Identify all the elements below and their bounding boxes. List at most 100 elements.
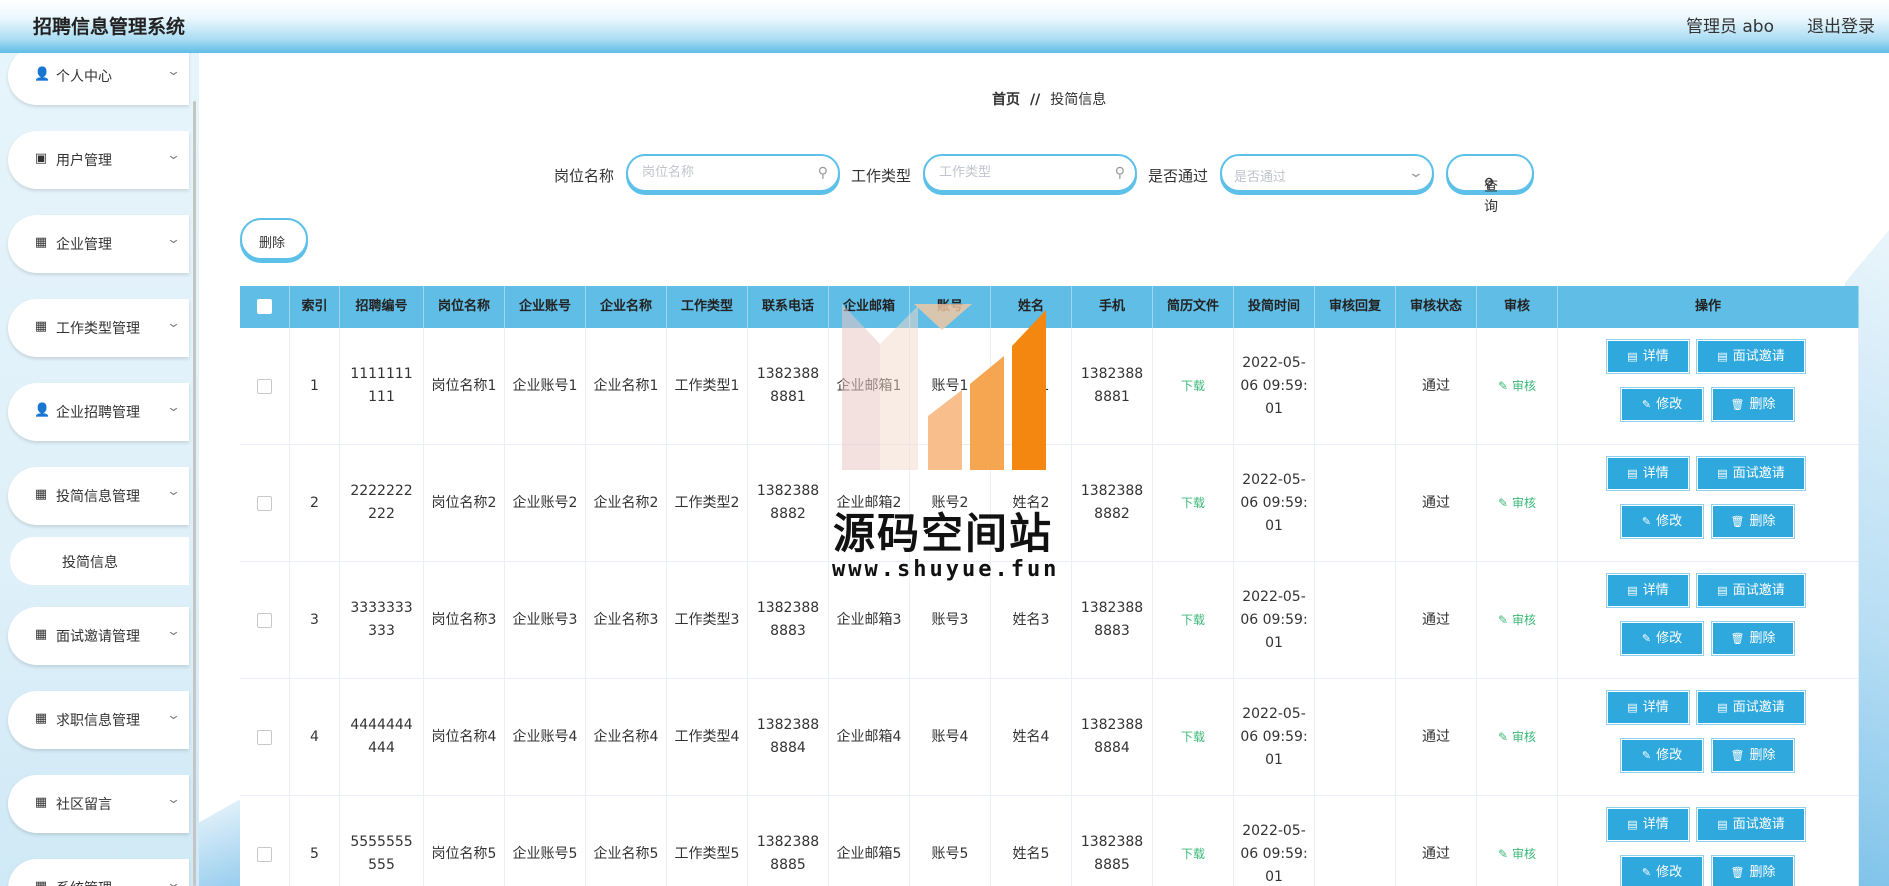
phone-cell: 13823888883 bbox=[748, 562, 829, 678]
mobile-cell: 13823888884 bbox=[1072, 679, 1153, 795]
detail-button[interactable]: ▤ 详情 bbox=[1606, 456, 1690, 491]
passed-select[interactable]: 是否通过 ⌄ bbox=[1220, 154, 1434, 192]
row-checkbox[interactable] bbox=[257, 729, 272, 745]
sidebar-item-10[interactable]: ▦ 系统管理 ⌄ bbox=[8, 859, 189, 886]
audit-link[interactable]: ✎ 审核 bbox=[1498, 726, 1536, 749]
status-cell: 通过 bbox=[1396, 562, 1477, 678]
phone-value: 13823888882 bbox=[756, 483, 820, 522]
mobile-cell: 13823888885 bbox=[1072, 796, 1153, 886]
query-button[interactable]: 查询 ⚲ bbox=[1446, 154, 1534, 215]
delete-button[interactable]: 🗑 删除 bbox=[1711, 855, 1795, 886]
company-cell: 企业名称3 bbox=[586, 562, 667, 678]
delete-button[interactable]: 🗑 删除 bbox=[1711, 621, 1795, 656]
company-cell: 企业名称2 bbox=[586, 445, 667, 561]
chevron-down-icon: ⌄ bbox=[1407, 165, 1425, 181]
interview-invite-button[interactable]: ▤ 面试邀请 bbox=[1696, 573, 1806, 608]
interview-invite-button[interactable]: ▤ 面试邀请 bbox=[1696, 690, 1806, 725]
trash-icon: 🗑 bbox=[1730, 866, 1745, 879]
code-value: 3333333333 bbox=[350, 600, 413, 639]
batch-delete-button[interactable]: 删除 bbox=[240, 218, 308, 260]
passed-select-placeholder: 是否通过 bbox=[1234, 170, 1287, 185]
code-value: 4444444444 bbox=[350, 717, 413, 756]
select-all-checkbox-cell[interactable] bbox=[240, 286, 290, 328]
document-icon: ▤ bbox=[1627, 467, 1638, 480]
sidebar-item-7[interactable]: ▦ 面试邀请管理 ⌄ bbox=[8, 607, 189, 665]
sidebar-item-3[interactable]: ▦ 企业管理 ⌄ bbox=[8, 215, 189, 273]
detail-button[interactable]: ▤ 详情 bbox=[1606, 690, 1690, 725]
account-cell: 企业账号4 bbox=[505, 679, 586, 795]
delete-button[interactable]: 🗑 删除 bbox=[1711, 504, 1795, 539]
sidebar-item-1[interactable]: 👤 个人中心 ⌄ bbox=[8, 53, 189, 105]
worktype-value: 工作类型4 bbox=[674, 728, 740, 745]
row-checkbox[interactable] bbox=[257, 495, 272, 511]
position-name-search[interactable]: ⚲ bbox=[626, 154, 840, 192]
grid-icon: ▦ bbox=[34, 795, 48, 810]
audit-cell: ✎ 审核 bbox=[1477, 679, 1558, 795]
work-type-input[interactable] bbox=[937, 164, 1111, 181]
audit-link[interactable]: ✎ 审核 bbox=[1498, 492, 1536, 515]
sidebar-item-2[interactable]: ▣ 用户管理 ⌄ bbox=[8, 131, 189, 189]
sidebar-item-4[interactable]: ▦ 工作类型管理 ⌄ bbox=[8, 299, 189, 357]
sidebar-item-5[interactable]: 👤 企业招聘管理 ⌄ bbox=[8, 383, 189, 441]
phone-cell: 13823888885 bbox=[748, 796, 829, 886]
breadcrumb-home[interactable]: 首页 bbox=[992, 92, 1020, 108]
interview-invite-button[interactable]: ▤ 面试邀请 bbox=[1696, 339, 1806, 374]
invite-label: 面试邀请 bbox=[1732, 349, 1785, 364]
audit-link[interactable]: ✎ 审核 bbox=[1498, 609, 1536, 632]
sidebar-item-8[interactable]: ▦ 求职信息管理 ⌄ bbox=[8, 691, 189, 749]
edit-button[interactable]: ✎ 修改 bbox=[1620, 621, 1704, 656]
sidebar-item-9[interactable]: ▦ 社区留言 ⌄ bbox=[8, 775, 189, 833]
detail-button[interactable]: ▤ 详情 bbox=[1606, 573, 1690, 608]
delete-button[interactable]: 🗑 删除 bbox=[1711, 738, 1795, 773]
row-checkbox[interactable] bbox=[257, 378, 272, 394]
delete-button[interactable]: 🗑 删除 bbox=[1711, 387, 1795, 422]
sidebar-subitem-resume-info[interactable]: 投简信息 bbox=[10, 537, 189, 585]
interview-invite-button[interactable]: ▤ 面试邀请 bbox=[1696, 807, 1806, 842]
edit-button[interactable]: ✎ 修改 bbox=[1620, 387, 1704, 422]
sidebar-item-6[interactable]: ▦ 投简信息管理 ⌄ bbox=[8, 467, 189, 525]
row-checkbox-cell bbox=[240, 445, 290, 561]
download-link[interactable]: 下载 bbox=[1181, 843, 1205, 866]
status-value: 通过 bbox=[1422, 494, 1450, 511]
time-value: 2022-05-06 09:59:01 bbox=[1240, 471, 1308, 534]
audit-cell: ✎ 审核 bbox=[1477, 445, 1558, 561]
time-cell: 2022-05-06 09:59:01 bbox=[1234, 796, 1315, 886]
chevron-down-icon: ⌄ bbox=[165, 232, 182, 247]
position-name-input[interactable] bbox=[640, 164, 814, 181]
email-cell: 企业邮箱1 bbox=[829, 328, 910, 444]
grid-icon: ▦ bbox=[34, 487, 48, 502]
logout-link[interactable]: 退出登录 bbox=[1807, 12, 1875, 37]
audit-link[interactable]: ✎ 审核 bbox=[1498, 843, 1536, 866]
user-icon: 👤 bbox=[34, 67, 51, 82]
resume-file-cell: 下载 bbox=[1153, 445, 1234, 561]
column-header: 招聘编号 bbox=[340, 286, 424, 328]
sidebar-scrollbar[interactable] bbox=[193, 101, 196, 886]
edit-icon: ✎ bbox=[1641, 749, 1652, 762]
email-value: 企业邮箱5 bbox=[836, 845, 902, 862]
download-link[interactable]: 下载 bbox=[1181, 609, 1205, 632]
download-link[interactable]: 下载 bbox=[1181, 375, 1205, 398]
work-type-search[interactable]: ⚲ bbox=[923, 154, 1137, 192]
select-all-checkbox[interactable] bbox=[257, 299, 272, 314]
column-header: 岗位名称 bbox=[424, 286, 505, 328]
audit-label: 审核 bbox=[1511, 729, 1536, 744]
breadcrumb-separator: // bbox=[1030, 92, 1041, 108]
row-checkbox[interactable] bbox=[257, 846, 272, 862]
index-value: 5 bbox=[310, 845, 319, 862]
row-checkbox[interactable] bbox=[257, 612, 272, 628]
user-cell: 账号4 bbox=[910, 679, 991, 795]
download-link[interactable]: 下载 bbox=[1181, 726, 1205, 749]
detail-button[interactable]: ▤ 详情 bbox=[1606, 807, 1690, 842]
download-link[interactable]: 下载 bbox=[1181, 492, 1205, 515]
search-icon: ⚲ bbox=[1484, 176, 1495, 192]
audit-link[interactable]: ✎ 审核 bbox=[1498, 375, 1536, 398]
resume-file-cell: 下载 bbox=[1153, 328, 1234, 444]
sidebar-item-label: 社区留言 bbox=[56, 797, 112, 813]
column-header: 操作 bbox=[1558, 286, 1859, 328]
edit-button[interactable]: ✎ 修改 bbox=[1620, 504, 1704, 539]
index-cell: 4 bbox=[290, 679, 340, 795]
detail-button[interactable]: ▤ 详情 bbox=[1606, 339, 1690, 374]
edit-button[interactable]: ✎ 修改 bbox=[1620, 738, 1704, 773]
interview-invite-button[interactable]: ▤ 面试邀请 bbox=[1696, 456, 1806, 491]
edit-button[interactable]: ✎ 修改 bbox=[1620, 855, 1704, 886]
